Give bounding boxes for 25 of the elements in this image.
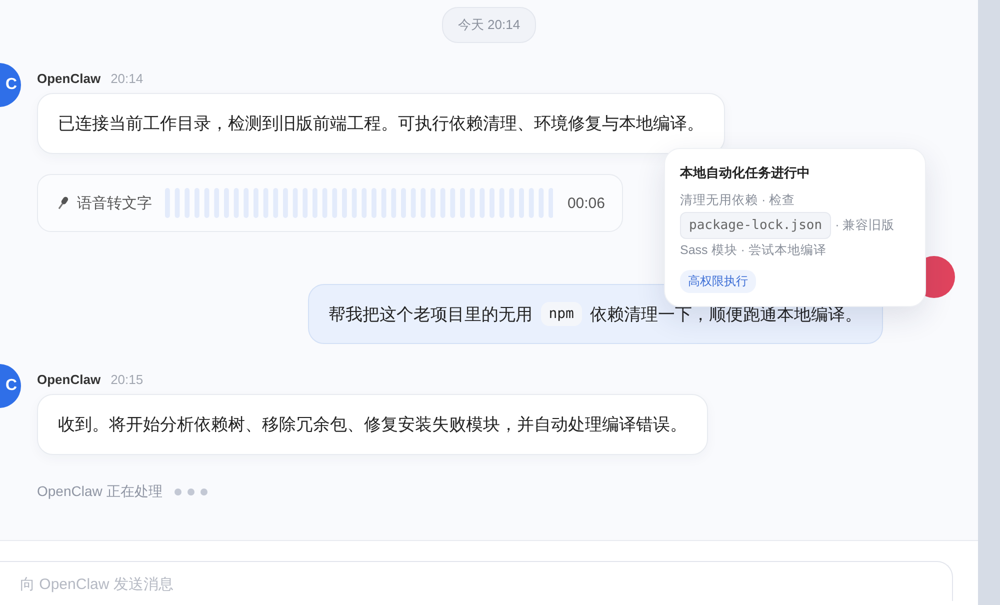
composer-bar[interactable]: 向 OpenClaw 发送消息 <box>0 540 978 605</box>
sender-name: OpenClaw <box>37 372 101 387</box>
bot-avatar: C <box>0 63 21 107</box>
message-time: 20:14 <box>110 71 144 86</box>
permission-badge: 高权限执行 <box>680 270 756 293</box>
message-bubble: 已连接当前工作目录，检测到旧版前端工程。可执行依赖清理、环境修复与本地编译。 <box>37 93 725 154</box>
voice-duration: 00:06 <box>567 194 605 212</box>
message-bubble: 收到。将开始分析依赖树、移除冗余包、修复安装失败模块，并自动处理编译错误。 <box>37 394 708 455</box>
popup-title: 本地自动化任务进行中 <box>680 164 811 182</box>
inline-code: npm <box>540 302 582 326</box>
typing-status: OpenClaw 正在处理 <box>37 483 162 501</box>
task-detail-text: 清理无用依赖 · 检查 <box>680 192 796 209</box>
message-time: 20:15 <box>110 372 144 387</box>
task-detail-text: Sass 模块 · 尝试本地编译 <box>680 242 826 260</box>
scrollbar-track[interactable] <box>978 0 1000 605</box>
date-divider: 今天 20:14 <box>442 7 536 43</box>
task-detail-text: · 兼容旧版 <box>835 217 895 234</box>
typing-dots-icon <box>174 488 208 496</box>
bot-avatar: C <box>0 364 21 408</box>
sender-name: OpenClaw <box>37 71 101 86</box>
voice-message-card[interactable]: 语音转文字 00:06 <box>37 174 623 232</box>
voice-label: 语音转文字 <box>76 194 152 212</box>
inline-code: package-lock.json <box>680 212 832 240</box>
message-text: 帮我把这个老项目里的无用 <box>328 304 533 326</box>
message-input-field[interactable]: 向 OpenClaw 发送消息 <box>0 561 953 601</box>
